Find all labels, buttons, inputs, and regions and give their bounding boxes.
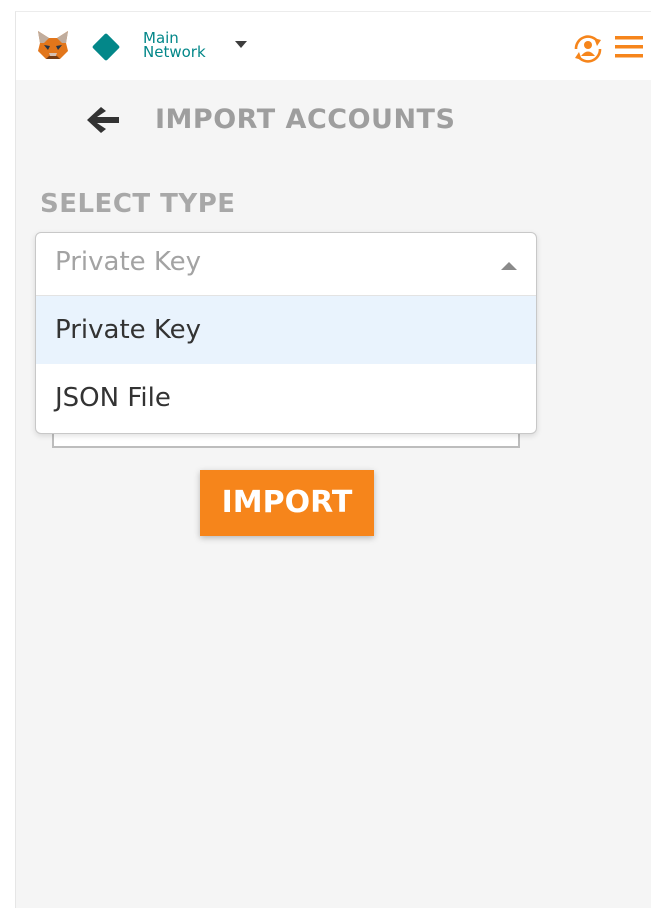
import-button[interactable]: IMPORT [200, 470, 374, 536]
page-title: IMPORT ACCOUNTS [155, 104, 456, 135]
dropdown-menu: Private Key JSON File [36, 296, 536, 432]
account-switch-icon[interactable] [570, 32, 606, 66]
network-name-line2: Network [143, 43, 206, 61]
diamond-icon [91, 32, 121, 62]
import-type-dropdown[interactable]: Private Key Private Key JSON File [35, 232, 537, 434]
network-selector[interactable]: Main Network [143, 31, 233, 61]
option-private-key[interactable]: Private Key [36, 296, 536, 364]
hamburger-menu-icon[interactable] [613, 34, 645, 60]
dropdown-control[interactable]: Private Key [36, 233, 536, 296]
caret-up-icon[interactable] [501, 262, 517, 270]
app-window: Main Network IMPORT ACCOUNTS SELECT TYPE… [15, 11, 651, 908]
caret-down-icon[interactable] [235, 41, 247, 48]
option-json-file[interactable]: JSON File [36, 364, 536, 432]
top-bar: Main Network [16, 12, 651, 80]
select-type-label: SELECT TYPE [40, 189, 236, 219]
dropdown-selected-value: Private Key [55, 247, 202, 277]
metamask-fox-icon[interactable] [36, 29, 70, 61]
back-arrow-icon[interactable] [85, 104, 121, 136]
